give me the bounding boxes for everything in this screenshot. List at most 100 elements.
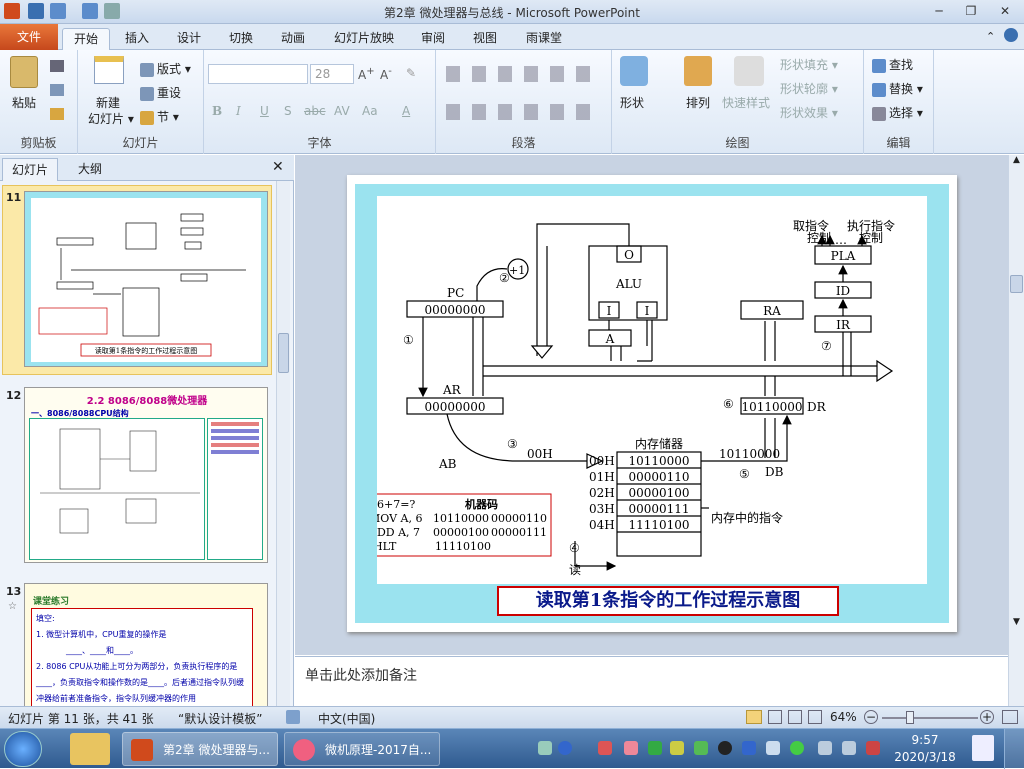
shield-icon[interactable]	[648, 741, 662, 755]
zoom-in-icon[interactable]: +	[980, 710, 994, 724]
scrollbar-thumb[interactable]	[278, 333, 289, 373]
paste-icon[interactable]	[10, 56, 38, 88]
network-icon[interactable]	[818, 741, 832, 755]
replace-button[interactable]: 替换 ▾	[872, 80, 923, 97]
shape-effects-button[interactable]: 形状效果 ▾	[780, 104, 838, 121]
restore-button[interactable]: ❐	[958, 2, 984, 20]
underline-button[interactable]: U	[260, 104, 269, 118]
spellcheck-icon[interactable]	[286, 710, 300, 724]
arrange-button[interactable]: 排列	[686, 94, 710, 111]
zoom-out-icon[interactable]: −	[864, 710, 878, 724]
close-pane-button[interactable]: ✕	[272, 159, 284, 175]
minimize-button[interactable]: ─	[926, 2, 952, 20]
paste-button[interactable]: 粘贴	[12, 94, 36, 111]
alignment-icons[interactable]	[446, 104, 596, 120]
tab-transitions[interactable]: 切换	[220, 28, 262, 50]
zoom-slider-thumb[interactable]	[906, 711, 914, 724]
bold-button[interactable]: B	[212, 104, 222, 118]
font-size-select[interactable]: 28	[310, 64, 354, 84]
new-slide-button[interactable]: 新建	[96, 94, 120, 111]
scroll-up-icon[interactable]: ▲	[1010, 155, 1023, 169]
fit-to-window-icon[interactable]	[1002, 710, 1018, 724]
list-indent-icons[interactable]	[446, 66, 596, 82]
tray-app-icon[interactable]	[766, 741, 780, 755]
taskbar-browser[interactable]: 微机原理-2017自...	[284, 732, 440, 766]
italic-button[interactable]: I	[236, 104, 241, 118]
layout-button[interactable]: 版式 ▾	[140, 60, 191, 77]
arrange-icon[interactable]	[684, 56, 712, 86]
normal-view-icon[interactable]	[746, 710, 762, 724]
tab-home[interactable]: 开始	[62, 28, 110, 50]
tab-slideshow[interactable]: 幻灯片放映	[328, 28, 400, 50]
scroll-down-icon[interactable]: ▼	[1010, 617, 1023, 631]
clock-date[interactable]: 2020/3/18	[888, 750, 962, 764]
close-button[interactable]: ✕	[992, 2, 1018, 20]
tab-review[interactable]: 审阅	[412, 28, 454, 50]
notes-pane[interactable]: 单击此处添加备注	[295, 656, 1008, 706]
slide-sorter-icon[interactable]	[768, 710, 782, 724]
section-button[interactable]: 节 ▾	[140, 108, 179, 125]
shape-fill-button[interactable]: 形状填充 ▾	[780, 56, 838, 73]
tray-app-icon[interactable]	[670, 741, 684, 755]
tab-view[interactable]: 视图	[464, 28, 506, 50]
grow-font-button[interactable]: A+	[358, 66, 375, 82]
language[interactable]: 中文(中国)	[318, 710, 375, 727]
slide[interactable]: 取指令 执行指令 控制 控制 … PLA ID IR RA ALU O I I …	[347, 175, 957, 632]
slideshow-icon[interactable]	[808, 710, 822, 724]
notification-icon[interactable]	[972, 735, 994, 761]
zoom-slider[interactable]	[882, 717, 978, 719]
shapes-icon[interactable]	[620, 56, 648, 86]
shrink-font-button[interactable]: A-	[380, 66, 392, 82]
copy-icon[interactable]	[50, 84, 64, 96]
cut-icon[interactable]	[50, 60, 64, 72]
font-color-button[interactable]: A	[402, 104, 410, 118]
explorer-icon[interactable]	[70, 733, 110, 765]
tray-app-icon[interactable]	[598, 741, 612, 755]
tray-app-icon[interactable]	[742, 741, 756, 755]
shadow-button[interactable]: S	[284, 104, 292, 118]
quick-styles-button[interactable]: 快速样式	[722, 94, 770, 111]
new-slide-icon[interactable]	[94, 56, 124, 84]
strikethrough-button[interactable]: abc	[304, 104, 326, 118]
thumbnail-scrollbar[interactable]	[276, 181, 290, 706]
reset-button[interactable]: 重设	[140, 84, 181, 101]
shapes-button[interactable]: 形状	[620, 94, 644, 111]
format-painter-icon[interactable]	[50, 108, 64, 120]
thumbnail-slide-13[interactable]: 课堂练习 填空: 1. 微型计算机中，CPU重复的操作是 ____、____和_…	[24, 583, 268, 706]
tab-rain-classroom[interactable]: 雨课堂	[518, 28, 570, 50]
wechat-icon[interactable]	[694, 741, 708, 755]
help-icon[interactable]	[1004, 28, 1018, 42]
tab-animations[interactable]: 动画	[272, 28, 314, 50]
slide-scrollbar[interactable]: ▲ ▼	[1008, 155, 1024, 706]
show-desktop-button[interactable]	[1004, 729, 1024, 769]
char-spacing-button[interactable]: AV	[334, 104, 350, 118]
keyboard-icon[interactable]	[538, 741, 552, 755]
tray-app-icon[interactable]	[624, 741, 638, 755]
tray-app-icon[interactable]	[790, 741, 804, 755]
minimize-ribbon-icon[interactable]: ⌃	[986, 30, 995, 43]
font-name-select[interactable]	[208, 64, 308, 84]
volume-icon[interactable]	[842, 741, 856, 755]
find-button[interactable]: 查找	[872, 56, 913, 73]
select-button[interactable]: 选择 ▾	[872, 104, 923, 121]
qq-icon[interactable]	[718, 741, 732, 755]
tab-insert[interactable]: 插入	[116, 28, 158, 50]
start-button[interactable]	[4, 731, 42, 767]
thumbnail-slide-11[interactable]: 读取第1条指令的工作过程示意图	[24, 191, 268, 367]
reading-view-icon[interactable]	[788, 710, 802, 724]
tab-file[interactable]: 文件	[0, 24, 58, 50]
clear-format-icon[interactable]: ✎	[406, 66, 416, 80]
zoom-level[interactable]: 64%	[830, 710, 857, 724]
quick-styles-icon[interactable]	[734, 56, 764, 86]
new-slide-dropdown[interactable]: 幻灯片 ▾	[88, 110, 134, 127]
tab-slides[interactable]: 幻灯片	[2, 158, 58, 181]
clock-time[interactable]: 9:57	[888, 733, 962, 747]
scrollbar-thumb[interactable]	[1010, 275, 1023, 293]
taskbar-powerpoint[interactable]: 第2章 微处理器与...	[122, 732, 278, 766]
shape-outline-button[interactable]: 形状轮廓 ▾	[780, 80, 838, 97]
help-tray-icon[interactable]	[558, 741, 572, 755]
tab-outline[interactable]: 大纲	[62, 158, 118, 181]
tab-design[interactable]: 设计	[168, 28, 210, 50]
thumbnail-slide-12[interactable]: 2.2 8086/8088微处理器 一、8086/8088CPU结构	[24, 387, 268, 563]
action-center-icon[interactable]	[866, 741, 880, 755]
